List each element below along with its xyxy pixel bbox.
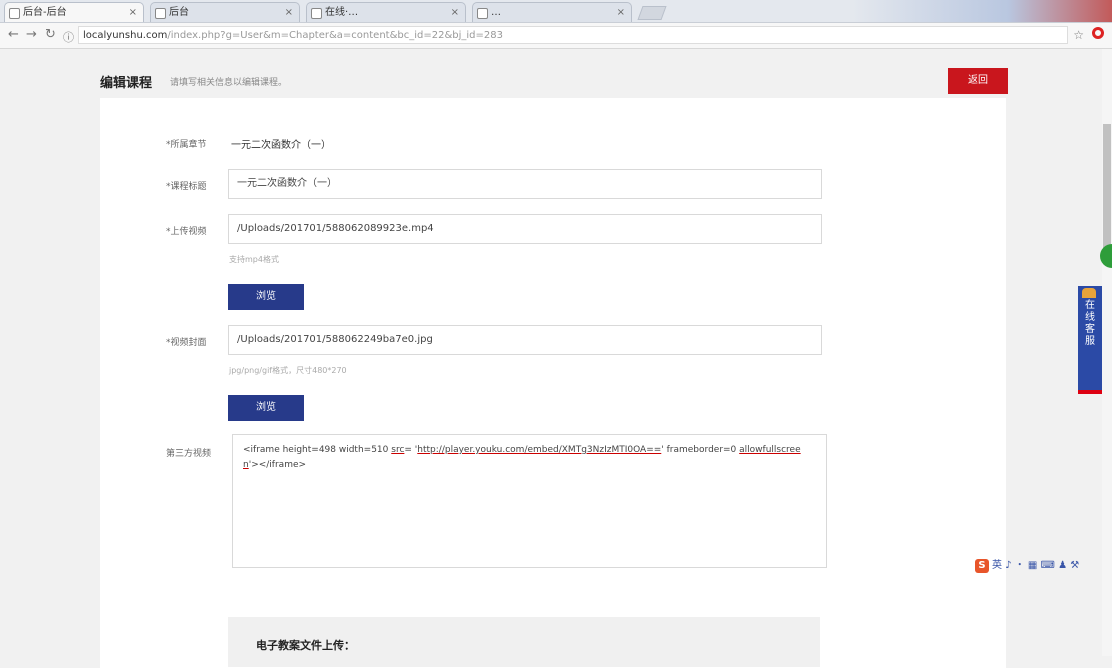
- browser-tab-label: 在线·…: [325, 7, 359, 18]
- scrollbar[interactable]: [1102, 49, 1112, 656]
- forward-arrow-icon[interactable]: →: [26, 27, 37, 42]
- browser-tab[interactable]: 后台 ×: [150, 2, 300, 22]
- browser-tab-label: 后台-后台: [23, 7, 67, 18]
- video-label: *上传视频: [166, 227, 207, 237]
- close-icon[interactable]: ×: [285, 3, 293, 22]
- online-service-button[interactable]: 在线客服: [1078, 286, 1102, 394]
- browser-tabbar: 后台-后台 × 后台 × 在线·… × … ×: [0, 0, 1112, 23]
- new-tab-button[interactable]: [637, 6, 667, 20]
- chapter-value: 一元二次函数介（一）: [231, 140, 331, 151]
- address-bar: ← → ↻ ⓘ localyunshu.com/index.php?g=User…: [0, 23, 1112, 49]
- url-host: localyunshu.com: [83, 30, 168, 41]
- close-icon[interactable]: ×: [617, 3, 625, 22]
- upload-title: 电子教案文件上传：: [256, 639, 355, 652]
- embed-tag-close: '></iframe>: [248, 460, 307, 470]
- divider: [1078, 390, 1102, 394]
- cover-label: *视频封面: [166, 338, 207, 348]
- embed-url: http://player.youku.com/embed/XMTg3NzIzM…: [417, 445, 662, 455]
- video-path-input[interactable]: /Uploads/201701/588062089923e.mp4: [228, 214, 822, 244]
- page-subtitle: 请填写相关信息以编辑课程。: [170, 78, 288, 88]
- chapter-label: *所属章节: [166, 140, 207, 150]
- page-icon: [9, 8, 20, 19]
- page-header: 编辑课程 请填写相关信息以编辑课程。 返回: [80, 66, 1010, 98]
- title-input[interactable]: 一元二次函数介（一）: [228, 169, 822, 199]
- browser-tab[interactable]: 在线·… ×: [306, 2, 466, 22]
- opera-icon[interactable]: [1092, 27, 1104, 39]
- embed-src-attr: src: [391, 445, 405, 455]
- page-icon: [477, 8, 488, 19]
- browser-tab[interactable]: 后台-后台 ×: [4, 2, 144, 22]
- thirdparty-label: 第三方视频: [166, 449, 212, 459]
- window-controls[interactable]: [852, 0, 1112, 22]
- back-arrow-icon[interactable]: ←: [8, 27, 19, 42]
- url-input[interactable]: localyunshu.com/index.php?g=User&m=Chapt…: [78, 26, 1068, 44]
- page-icon: [311, 8, 322, 19]
- video-browse-button[interactable]: 浏览: [228, 284, 304, 310]
- close-icon[interactable]: ×: [451, 3, 459, 22]
- page-icon: [155, 8, 166, 19]
- sogou-icon[interactable]: S: [975, 559, 989, 573]
- scrollbar-thumb[interactable]: [1103, 124, 1111, 264]
- back-button[interactable]: 返回: [948, 68, 1008, 94]
- title-label: *课程标题: [166, 182, 207, 192]
- browser-tab-label: …: [491, 7, 501, 18]
- close-icon[interactable]: ×: [129, 3, 137, 22]
- star-icon[interactable]: ☆: [1073, 28, 1084, 42]
- browser-tab-label: 后台: [169, 7, 189, 18]
- thirdparty-embed-textarea[interactable]: <iframe height=498 width=510 src= 'http:…: [232, 434, 827, 568]
- avatar: [1082, 288, 1096, 298]
- cover-path-input[interactable]: /Uploads/201701/588062249ba7e0.jpg: [228, 325, 822, 355]
- embed-text: height=498 width=510: [279, 445, 392, 455]
- cover-browse-button[interactable]: 浏览: [228, 395, 304, 421]
- embed-tag-open: <iframe: [243, 445, 280, 455]
- reload-icon[interactable]: ↻: [45, 27, 56, 42]
- upload-section: 电子教案文件上传：: [228, 617, 820, 667]
- cover-hint: jpg/png/gif格式，尺寸480*270: [229, 366, 347, 375]
- url-path: /index.php?g=User&m=Chapter&a=content&bc…: [167, 30, 503, 41]
- page-title: 编辑课程: [100, 76, 153, 91]
- online-service-label: 在线客服: [1085, 300, 1095, 347]
- ime-tools-icon[interactable]: 英 ♪ ・ ▦ ⌨ ♟ ⚒: [992, 560, 1079, 571]
- ime-toolbar[interactable]: S英 ♪ ・ ▦ ⌨ ♟ ⚒: [975, 556, 1079, 573]
- embed-text: ' frameborder=0: [661, 445, 740, 455]
- info-icon[interactable]: ⓘ: [63, 29, 74, 45]
- video-hint: 支持mp4格式: [229, 255, 279, 264]
- browser-tab[interactable]: … ×: [472, 2, 632, 22]
- embed-eq: = ': [404, 445, 418, 455]
